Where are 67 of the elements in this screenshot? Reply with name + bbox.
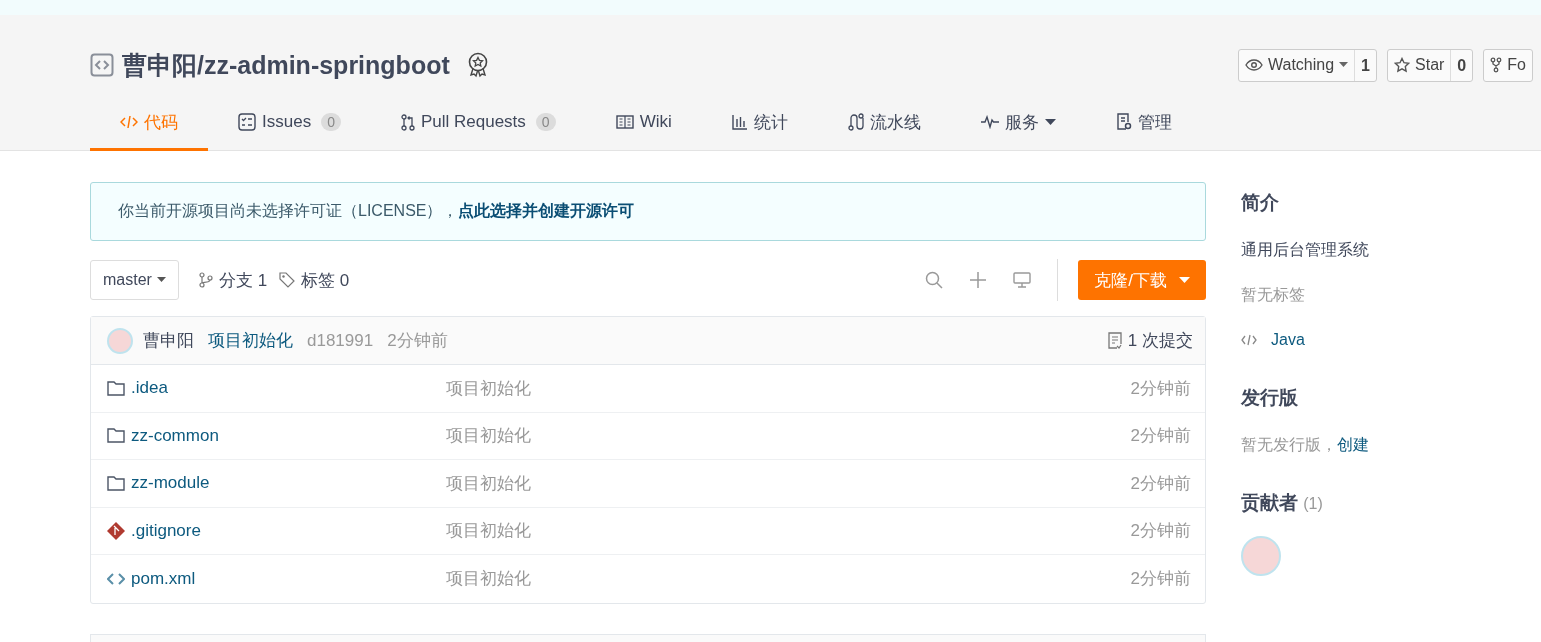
file-time: 2分钟前: [1130, 568, 1191, 591]
file-time: 2分钟前: [1130, 520, 1191, 543]
repo-action-button[interactable]: Star 0: [1387, 48, 1474, 82]
code-icon: [120, 115, 138, 129]
releases-empty-text: 暂无发行版，: [1241, 434, 1337, 455]
contributor-avatar[interactable]: [1241, 536, 1281, 576]
tags-empty-text: 暂无标签: [1241, 284, 1306, 305]
create-release-link[interactable]: 创建: [1337, 434, 1369, 456]
commit-author[interactable]: 曹申阳: [143, 329, 194, 352]
nav-tab[interactable]: Pull Requests 0: [370, 96, 586, 151]
git-icon: [107, 521, 125, 540]
eye-icon: [1245, 59, 1263, 71]
star-icon: [1394, 57, 1410, 73]
document-settings-icon: [1115, 113, 1132, 131]
file-time: 2分钟前: [1130, 377, 1191, 400]
nav-tab[interactable]: 服务: [950, 96, 1086, 151]
folder-icon: [107, 428, 125, 444]
folder-icon: [107, 380, 125, 396]
monitor-icon[interactable]: [1013, 272, 1032, 288]
file-time: 2分钟前: [1130, 425, 1191, 448]
commit-message[interactable]: 项目初始化: [208, 329, 293, 352]
book-icon: [615, 115, 634, 129]
license-notice-text: 你当前开源项目尚未选择许可证（LICENSE），: [118, 201, 459, 221]
language-link[interactable]: Java: [1271, 331, 1305, 349]
tags-link[interactable]: 标签 0: [279, 268, 350, 292]
pulse-icon: [980, 115, 999, 129]
file-link[interactable]: zz-module: [107, 473, 446, 494]
license-link[interactable]: 点此选择并创建开源许可: [458, 201, 635, 222]
file-link[interactable]: .idea: [107, 378, 446, 399]
document-icon: [1107, 331, 1122, 350]
tag-icon: [279, 272, 296, 288]
section-heading: 简介: [1241, 191, 1280, 215]
pipeline-icon: [847, 113, 864, 131]
branches-link[interactable]: 分支 1: [198, 268, 268, 292]
code-icon: [1241, 334, 1257, 346]
search-icon[interactable]: [925, 271, 944, 289]
repo-title[interactable]: 曹申阳/zz-admin-springboot: [122, 48, 450, 82]
repo-action-button[interactable]: Fo: [1483, 48, 1533, 82]
avatar[interactable]: [107, 327, 133, 354]
repo-description: 通用后台管理系统: [1241, 239, 1370, 260]
commit-count-link[interactable]: 1 次提交: [1107, 329, 1193, 352]
checklist-icon: [238, 113, 256, 131]
nav-tab[interactable]: 流水线: [817, 96, 951, 151]
caret-icon: [1179, 276, 1190, 284]
file-link[interactable]: zz-common: [107, 425, 446, 446]
repo-icon: [90, 53, 114, 77]
repo-action-button[interactable]: Watching 1: [1238, 48, 1377, 82]
nav-tab[interactable]: 统计: [701, 96, 818, 151]
commit-time: 2分钟前: [387, 330, 448, 352]
folder-icon: [107, 475, 125, 491]
pull-request-icon: [400, 113, 415, 131]
code-icon: [107, 572, 125, 585]
nav-tab[interactable]: 管理: [1085, 96, 1202, 151]
branch-icon: [198, 272, 213, 288]
add-icon[interactable]: [969, 271, 988, 289]
nav-tab[interactable]: Issues 0: [208, 96, 371, 151]
branch-select[interactable]: master: [90, 260, 179, 300]
section-heading: 贡献者: [1241, 492, 1298, 513]
section-heading: 发行版: [1241, 386, 1299, 410]
caret-icon: [156, 277, 166, 283]
file-link[interactable]: pom.xml: [107, 568, 446, 589]
file-time: 2分钟前: [1130, 472, 1191, 495]
fork-icon: [1490, 57, 1503, 73]
bar-chart-icon: [731, 114, 748, 130]
file-link[interactable]: .gitignore: [107, 520, 446, 541]
contributor-count: (1): [1303, 495, 1323, 512]
nav-tab[interactable]: Wiki: [585, 96, 702, 151]
